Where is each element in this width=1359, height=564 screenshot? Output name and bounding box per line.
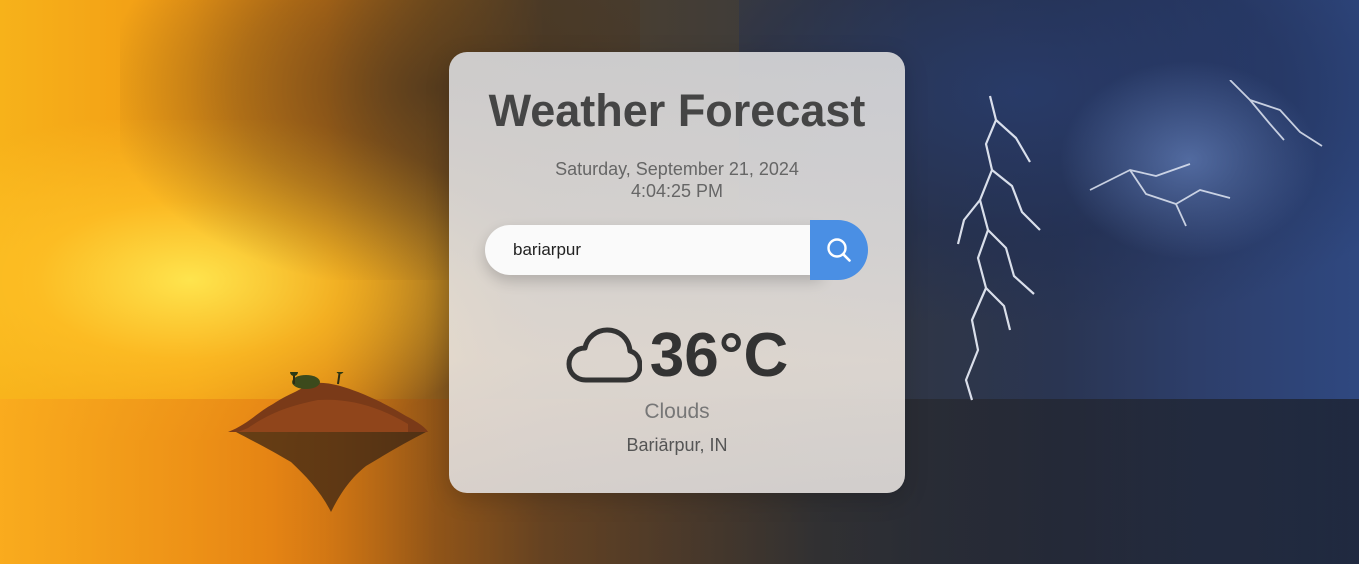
search-icon: [827, 238, 851, 262]
island-reflection-image: [236, 432, 426, 512]
city-search-input[interactable]: [485, 225, 821, 275]
search-button[interactable]: [810, 220, 868, 280]
temperature: 36°C: [649, 321, 789, 390]
search-bar: [485, 220, 869, 280]
weather-location: Bariārpur, IN: [626, 435, 728, 455]
island-image: [228, 372, 428, 432]
weather-condition: Clouds: [644, 400, 710, 423]
cloud-icon: [566, 327, 642, 383]
current-time: 4:04:25 PM: [630, 181, 724, 201]
app-title: Weather Forecast: [488, 85, 866, 136]
current-date: Saturday, September 21, 2024: [555, 159, 799, 179]
weather-card: Weather Forecast Saturday, September 21,…: [449, 52, 905, 493]
lightning-image: [956, 80, 1323, 401]
weather-summary: 36°C: [449, 324, 905, 388]
